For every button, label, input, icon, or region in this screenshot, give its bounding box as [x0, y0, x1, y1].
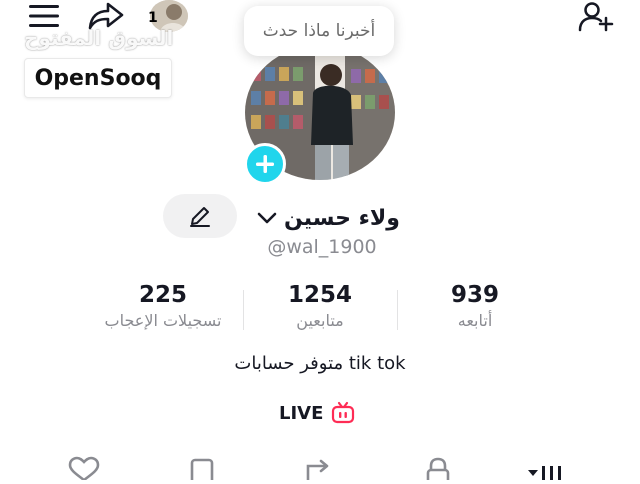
- add-avatar-button[interactable]: [244, 143, 286, 185]
- stat-following[interactable]: 939 أتابعه: [400, 282, 550, 330]
- bio-text: متوفر حسابات tik tok: [234, 353, 406, 374]
- grid-icon[interactable]: [528, 456, 564, 480]
- stat-followers[interactable]: 1254 متابعين: [245, 282, 395, 330]
- lock-icon[interactable]: [420, 456, 456, 484]
- following-count: 939: [450, 282, 499, 308]
- heart-icon[interactable]: [66, 456, 102, 482]
- add-user-icon[interactable]: [576, 0, 616, 34]
- plus-icon: [256, 155, 274, 173]
- live-button[interactable]: LIVE: [279, 398, 355, 428]
- following-label: أتابعه: [457, 311, 493, 330]
- likes-count: 225: [138, 282, 187, 308]
- friend-count-badge: 1: [148, 10, 158, 26]
- note-bubble[interactable]: أخبرنا ماذا حدث: [244, 6, 394, 56]
- stat-divider: [243, 290, 244, 330]
- repost-icon[interactable]: [300, 456, 336, 482]
- likes-label: تسجيلات الإعجاب: [104, 311, 222, 330]
- stat-divider: [397, 290, 398, 330]
- pencil-icon: [190, 207, 210, 227]
- followers-count: 1254: [287, 282, 352, 308]
- live-tv-icon: [332, 401, 355, 424]
- followers-label: متابعين: [296, 311, 344, 330]
- username: @wal_1900: [267, 236, 377, 258]
- opensooq-logo: OpenSooq: [24, 58, 172, 98]
- edit-profile-button[interactable]: [163, 194, 237, 238]
- stat-likes[interactable]: 225 تسجيلات الإعجاب: [88, 282, 238, 330]
- display-name: ولاء حسين: [284, 205, 400, 231]
- name-row[interactable]: ولاء حسين: [256, 200, 400, 236]
- bookmark-icon[interactable]: [184, 456, 220, 484]
- chevron-down-icon: [257, 212, 277, 224]
- live-label: LIVE: [279, 402, 324, 424]
- watermark-text: السوق المفتوح: [24, 26, 174, 50]
